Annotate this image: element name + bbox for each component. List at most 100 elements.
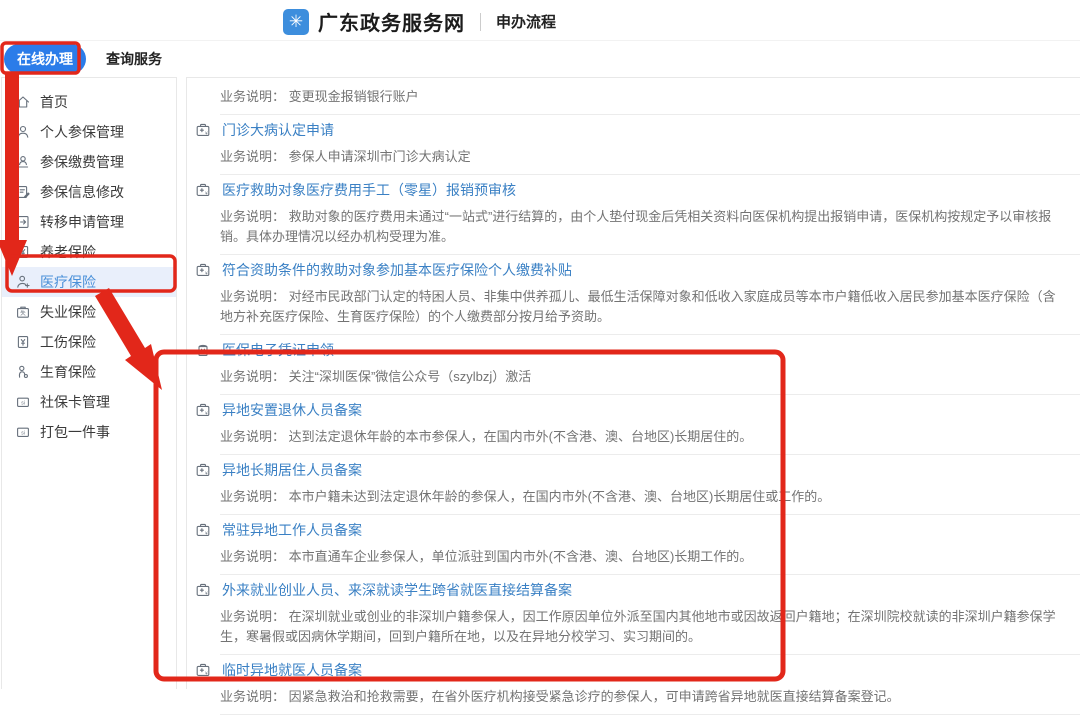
service-description: 业务说明： 对经市民政部门认定的特困人员、非集中供养孤儿、最低生活保障对象和低收… <box>220 287 1066 327</box>
svg-text:失: 失 <box>20 309 26 317</box>
home-icon <box>15 94 31 110</box>
service-row-3: ¥ 符合资助条件的救助对象参加基本医疗保险个人缴费补贴 业务说明： 对经市民政部… <box>195 255 1080 335</box>
service-row-9: ¥ 临时异地就医人员备案 业务说明： 因紧急救治和抢救需要，在省外医疗机构接受紧… <box>195 655 1080 715</box>
service-link[interactable]: 符合资助条件的救助对象参加基本医疗保险个人缴费补贴 <box>222 260 572 280</box>
sidebar-item-label: 医疗保险 <box>40 272 96 292</box>
card-icon: si <box>15 394 31 410</box>
service-link[interactable]: 外来就业创业人员、来深就读学生跨省就医直接结算备案 <box>222 580 572 600</box>
service-link[interactable]: 异地安置退休人员备案 <box>222 400 362 420</box>
sidebar-item-medical-insurance[interactable]: 医疗保险 <box>2 267 176 297</box>
svg-text:¥: ¥ <box>205 671 208 676</box>
svg-text:si: si <box>21 401 25 407</box>
sidebar-item-personal-insured-mgmt[interactable]: 个人参保管理 <box>2 117 176 147</box>
sidebar-item-social-card-mgmt[interactable]: si 社保卡管理 <box>2 387 176 417</box>
service-title-row: ¥ 异地安置退休人员备案 <box>195 400 1080 420</box>
sidebar-item-unemployment-insurance[interactable]: 失 失业保险 <box>2 297 176 327</box>
service-row-0: 业务说明： 变更现金报销银行账户 <box>195 78 1080 115</box>
sidebar-item-label: 首页 <box>40 92 68 112</box>
sidebar-item-label: 个人参保管理 <box>40 122 124 142</box>
tab-query-services[interactable]: 查询服务 <box>106 49 162 69</box>
service-list: 业务说明： 变更现金报销银行账户 ¥ 门诊大病认定申请 业务说明： 参保人申请深… <box>186 77 1080 689</box>
svg-text:¥: ¥ <box>205 271 208 276</box>
tab-bar: 在线办理查询服务 <box>0 42 162 76</box>
service-title-row: ¥ 常驻异地工作人员备案 <box>195 520 1080 540</box>
service-link[interactable]: 常驻异地工作人员备案 <box>222 520 362 540</box>
service-link[interactable]: 医保电子凭证申领 <box>222 340 334 360</box>
service-title-row: ¥ 临时异地就医人员备案 <box>195 660 1080 680</box>
svg-text:¥: ¥ <box>205 531 208 536</box>
document-edit-icon <box>15 184 31 200</box>
service-description: 业务说明： 本市直通车企业参保人，单位派驻到国内市外(不含港、澳、台地区)长期工… <box>220 547 1066 567</box>
service-description: 业务说明： 在深圳就业或创业的非深圳户籍参保人，因工作原因单位外派至国内其他地市… <box>220 607 1066 647</box>
sidebar-item-insured-info-edit[interactable]: 参保信息修改 <box>2 177 176 207</box>
sidebar-item-label: 转移申请管理 <box>40 212 124 232</box>
service-row-6: ¥ 异地长期居住人员备案 业务说明： 本市户籍未达到法定退休年龄的参保人，在国内… <box>195 455 1080 515</box>
service-link[interactable]: 门诊大病认定申请 <box>222 120 334 140</box>
unemployment-box-icon: 失 <box>15 304 31 320</box>
sidebar-item-transfer-request-mgmt[interactable]: 转移申请管理 <box>2 207 176 237</box>
medical-kit-icon: ¥ <box>195 262 213 278</box>
sidebar: 首页 个人参保管理 参保缴费管理 参保信息修改 转移申请管理 养老保险 医疗保险… <box>1 77 177 689</box>
svg-text:¥: ¥ <box>205 131 208 136</box>
sidebar-item-label: 工伤保险 <box>40 332 96 352</box>
service-description: 业务说明： 因紧急救治和抢救需要，在省外医疗机构接受紧急诊疗的参保人，可申请跨省… <box>220 687 1066 707</box>
service-title-row: ¥ 医疗救助对象医疗费用手工（零星）报销预审核 <box>195 180 1080 200</box>
site-title: 广东政务服务网 <box>318 7 465 36</box>
medical-kit-icon: ¥ <box>195 582 213 598</box>
service-description: 业务说明： 本市户籍未达到法定退休年龄的参保人，在国内市外(不含港、澳、台地区)… <box>220 487 1066 507</box>
service-row-2: ¥ 医疗救助对象医疗费用手工（零星）报销预审核 业务说明： 救助对象的医疗费用未… <box>195 175 1080 255</box>
medical-kit-icon: ¥ <box>195 462 213 478</box>
card-icon: si <box>15 424 31 440</box>
svg-text:¥: ¥ <box>205 191 208 196</box>
header: ✳ 广东政务服务网 申办流程 <box>0 0 1080 41</box>
voucher-icon <box>195 342 213 358</box>
service-row-7: ¥ 常驻异地工作人员备案 业务说明： 本市直通车企业参保人，单位派驻到国内市外(… <box>195 515 1080 575</box>
svg-text:¥: ¥ <box>205 411 208 416</box>
sidebar-item-work-injury-insurance[interactable]: 工伤保险 <box>2 327 176 357</box>
sidebar-item-label: 社保卡管理 <box>40 392 110 412</box>
sidebar-item-label: 参保缴费管理 <box>40 152 124 172</box>
maternity-icon <box>15 364 31 380</box>
service-link[interactable]: 异地长期居住人员备案 <box>222 460 362 480</box>
service-title-row: ¥ 异地长期居住人员备案 <box>195 460 1080 480</box>
medical-kit-icon: ¥ <box>195 182 213 198</box>
gdzwfw-logo-icon: ✳ <box>283 9 309 35</box>
service-description: 业务说明： 达到法定退休年龄的本市参保人，在国内市外(不含港、澳、台地区)长期居… <box>220 427 1066 447</box>
document-yen-icon <box>15 244 31 260</box>
sidebar-item-maternity-insurance[interactable]: 生育保险 <box>2 357 176 387</box>
service-row-1: ¥ 门诊大病认定申请 业务说明： 参保人申请深圳市门诊大病认定 <box>195 115 1080 175</box>
transfer-icon <box>15 214 31 230</box>
service-row-4: 医保电子凭证申领 业务说明： 关注“深圳医保”微信公众号（szylbzj）激活 <box>195 335 1080 395</box>
medical-kit-icon: ¥ <box>195 122 213 138</box>
sidebar-item-label: 参保信息修改 <box>40 182 124 202</box>
sidebar-item-home[interactable]: 首页 <box>2 87 176 117</box>
sidebar-menu: 首页 个人参保管理 参保缴费管理 参保信息修改 转移申请管理 养老保险 医疗保险… <box>2 78 176 447</box>
sidebar-item-label: 生育保险 <box>40 362 96 382</box>
sidebar-item-label: 失业保险 <box>40 302 96 322</box>
sidebar-item-pension-insurance[interactable]: 养老保险 <box>2 237 176 267</box>
sidebar-item-package-service[interactable]: si 打包一件事 <box>2 417 176 447</box>
medical-kit-icon: ¥ <box>195 522 213 538</box>
service-description: 业务说明： 参保人申请深圳市门诊大病认定 <box>220 147 1066 167</box>
sidebar-item-label: 打包一件事 <box>40 422 110 442</box>
doctor-icon <box>15 274 31 290</box>
service-row-8: ¥ 外来就业创业人员、来深就读学生跨省就医直接结算备案 业务说明： 在深圳就业或… <box>195 575 1080 655</box>
sidebar-item-label: 养老保险 <box>40 242 96 262</box>
header-separator <box>480 13 481 31</box>
service-description: 业务说明： 关注“深圳医保”微信公众号（szylbzj）激活 <box>220 367 1066 387</box>
svg-text:¥: ¥ <box>205 471 208 476</box>
service-description: 业务说明： 救助对象的医疗费用未通过“一站式”进行结算的，由个人垫付现金后凭相关… <box>220 207 1066 247</box>
service-title-row: 医保电子凭证申领 <box>195 340 1080 360</box>
medical-kit-icon: ¥ <box>195 662 213 678</box>
service-link[interactable]: 医疗救助对象医疗费用手工（零星）报销预审核 <box>222 180 516 200</box>
medical-kit-icon: ¥ <box>195 402 213 418</box>
insured-payment-icon <box>15 154 31 170</box>
service-row-5: ¥ 异地安置退休人员备案 业务说明： 达到法定退休年龄的本市参保人，在国内市外(… <box>195 395 1080 455</box>
tab-online-processing[interactable]: 在线办理 <box>4 44 86 74</box>
service-link[interactable]: 临时异地就医人员备案 <box>222 660 362 680</box>
page-subtitle: 申办流程 <box>496 11 556 32</box>
service-title-row: ¥ 外来就业创业人员、来深就读学生跨省就医直接结算备案 <box>195 580 1080 600</box>
brand-group: ✳ 广东政务服务网 申办流程 <box>283 7 556 36</box>
sidebar-item-insured-payment-mgmt[interactable]: 参保缴费管理 <box>2 147 176 177</box>
service-description: 业务说明： 变更现金报销银行账户 <box>220 87 1066 107</box>
